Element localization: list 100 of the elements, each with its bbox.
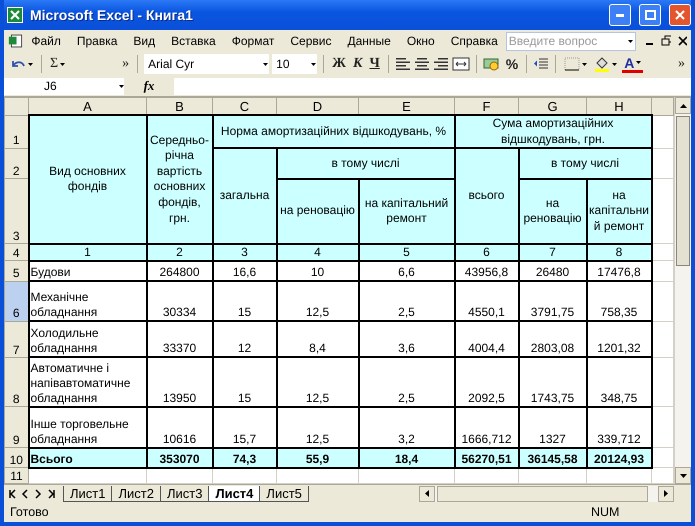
header-cell: всього <box>454 148 518 244</box>
caret-icon <box>263 62 268 66</box>
maximize-button[interactable] <box>639 4 661 26</box>
menu-item[interactable]: Сервис <box>282 32 340 50</box>
table-cell: 12 <box>212 321 276 358</box>
row-header[interactable]: 4 <box>4 244 28 261</box>
scroll-down-button[interactable] <box>675 467 691 484</box>
scrollbar-track[interactable] <box>674 97 691 484</box>
table-cell: 8,4 <box>276 321 358 358</box>
table-cell: 2,5 <box>358 357 454 407</box>
minimize-icon <box>616 14 624 16</box>
workbook-icon <box>8 33 24 49</box>
down-arrow-icon <box>680 474 686 478</box>
menu-item[interactable]: Вид <box>125 32 164 50</box>
caret-icon <box>119 84 124 88</box>
font-size-field[interactable]: 10 <box>272 54 318 74</box>
formula-field[interactable] <box>174 78 691 94</box>
header-cell: на капітальний ремонт <box>358 178 454 244</box>
column-header[interactable]: B <box>146 98 212 115</box>
row-header[interactable]: 5 <box>4 260 28 282</box>
row-header[interactable]: 2 <box>4 148 28 179</box>
align-right-icon <box>432 57 449 71</box>
row-header[interactable]: 7 <box>4 321 28 358</box>
scroll-up-button[interactable] <box>675 97 691 114</box>
sheet-tab[interactable]: Лист2 <box>111 486 161 502</box>
underline-button[interactable]: Ч <box>368 54 382 74</box>
menu-item[interactable]: Вставка <box>163 32 224 50</box>
table-cell: 12,5 <box>276 357 358 407</box>
column-header[interactable]: C <box>212 98 276 115</box>
sheet-tab[interactable]: Лист5 <box>259 486 309 502</box>
undo-icon <box>10 58 26 70</box>
more-button[interactable]: » <box>120 54 132 74</box>
sheet-tab[interactable]: Лист4 <box>208 486 260 502</box>
row-header[interactable]: 11 <box>4 468 28 484</box>
column-header[interactable]: F <box>454 98 518 115</box>
header-cell: на реновацію <box>276 178 358 244</box>
table-cell: 3,2 <box>358 406 454 448</box>
menu-item[interactable]: Данные <box>339 32 399 50</box>
table-cell: 12,5 <box>276 406 358 448</box>
close-button[interactable] <box>669 4 691 26</box>
column-header[interactable]: D <box>276 98 358 115</box>
column-header[interactable]: E <box>358 98 454 115</box>
row-header[interactable]: 6 <box>4 281 28 322</box>
paint-bucket-icon <box>594 56 610 72</box>
table-cell: 12,5 <box>276 281 358 322</box>
column-header[interactable]: H <box>586 98 652 115</box>
close-icon <box>675 10 685 20</box>
sheet-tab[interactable]: Лист1 <box>63 486 112 502</box>
column-header[interactable]: G <box>518 98 586 115</box>
row-header[interactable]: 10 <box>4 448 28 468</box>
minimize-button[interactable] <box>609 4 631 26</box>
font-field[interactable]: Arial Cyr <box>144 54 270 74</box>
sheet-tab[interactable]: Лист3 <box>160 486 210 502</box>
maximize-icon <box>644 10 656 20</box>
table-cell: 1327 <box>518 406 586 448</box>
scrollbar-track[interactable] <box>419 486 674 502</box>
scrollbar-thumb[interactable] <box>676 116 690 266</box>
table-cell: 2,5 <box>358 281 454 322</box>
table-cell: 339,712 <box>586 406 652 448</box>
header-cell: Середньо-річна вартість основних фондів, грн. <box>146 115 212 244</box>
row-header[interactable]: 8 <box>4 357 28 407</box>
menu-item[interactable]: Файл <box>23 32 69 50</box>
scroll-right-button[interactable] <box>658 486 674 502</box>
table-cell: Інше торговельне обладнання <box>28 406 146 448</box>
merge-cells-icon <box>452 57 470 71</box>
table-cell: 15 <box>212 281 276 322</box>
menu-item[interactable]: Окно <box>398 32 443 50</box>
table-cell: 4004,4 <box>454 321 518 358</box>
row-header[interactable]: 9 <box>4 406 28 448</box>
font-color-button[interactable]: A <box>622 56 644 72</box>
more-button[interactable]: » <box>676 54 687 74</box>
caret-icon <box>628 40 634 42</box>
bold-button[interactable]: Ж <box>330 54 348 74</box>
window-title: Microsoft Excel - Книга1 <box>30 7 194 23</box>
table-cell: 4550,1 <box>454 281 518 322</box>
restore-icon[interactable] <box>660 35 671 47</box>
scroll-left-button[interactable] <box>419 486 435 502</box>
close-icon[interactable] <box>676 35 687 47</box>
menu-item[interactable]: Правка <box>68 32 126 50</box>
menu-item[interactable]: Справка <box>442 32 506 50</box>
insert-function-button[interactable]: fx <box>124 78 174 94</box>
name-box[interactable]: J6 <box>4 78 124 94</box>
align-left-icon <box>394 57 411 71</box>
table-cell: 1743,75 <box>518 357 586 407</box>
menu-item[interactable]: Формат <box>224 32 282 50</box>
italic-button[interactable]: К <box>351 54 364 74</box>
caret-icon <box>60 62 66 66</box>
header-cell: на реновацію <box>518 178 586 244</box>
row-header[interactable]: 1 <box>4 115 28 148</box>
header-cell: Вид основних фондів <box>28 115 146 244</box>
table-cell: 758,35 <box>586 281 652 322</box>
borders-icon <box>564 57 580 71</box>
row-header[interactable]: 3 <box>4 178 28 244</box>
column-header[interactable]: A <box>28 98 146 115</box>
percent-button[interactable]: % <box>504 54 520 74</box>
excel-logo-icon <box>6 6 24 24</box>
autosum-button[interactable]: Σ <box>48 54 68 74</box>
scrollbar-thumb[interactable] <box>437 486 648 502</box>
num-lock-indicator: NUM <box>591 505 620 519</box>
table-cell: 1666,712 <box>454 406 518 448</box>
